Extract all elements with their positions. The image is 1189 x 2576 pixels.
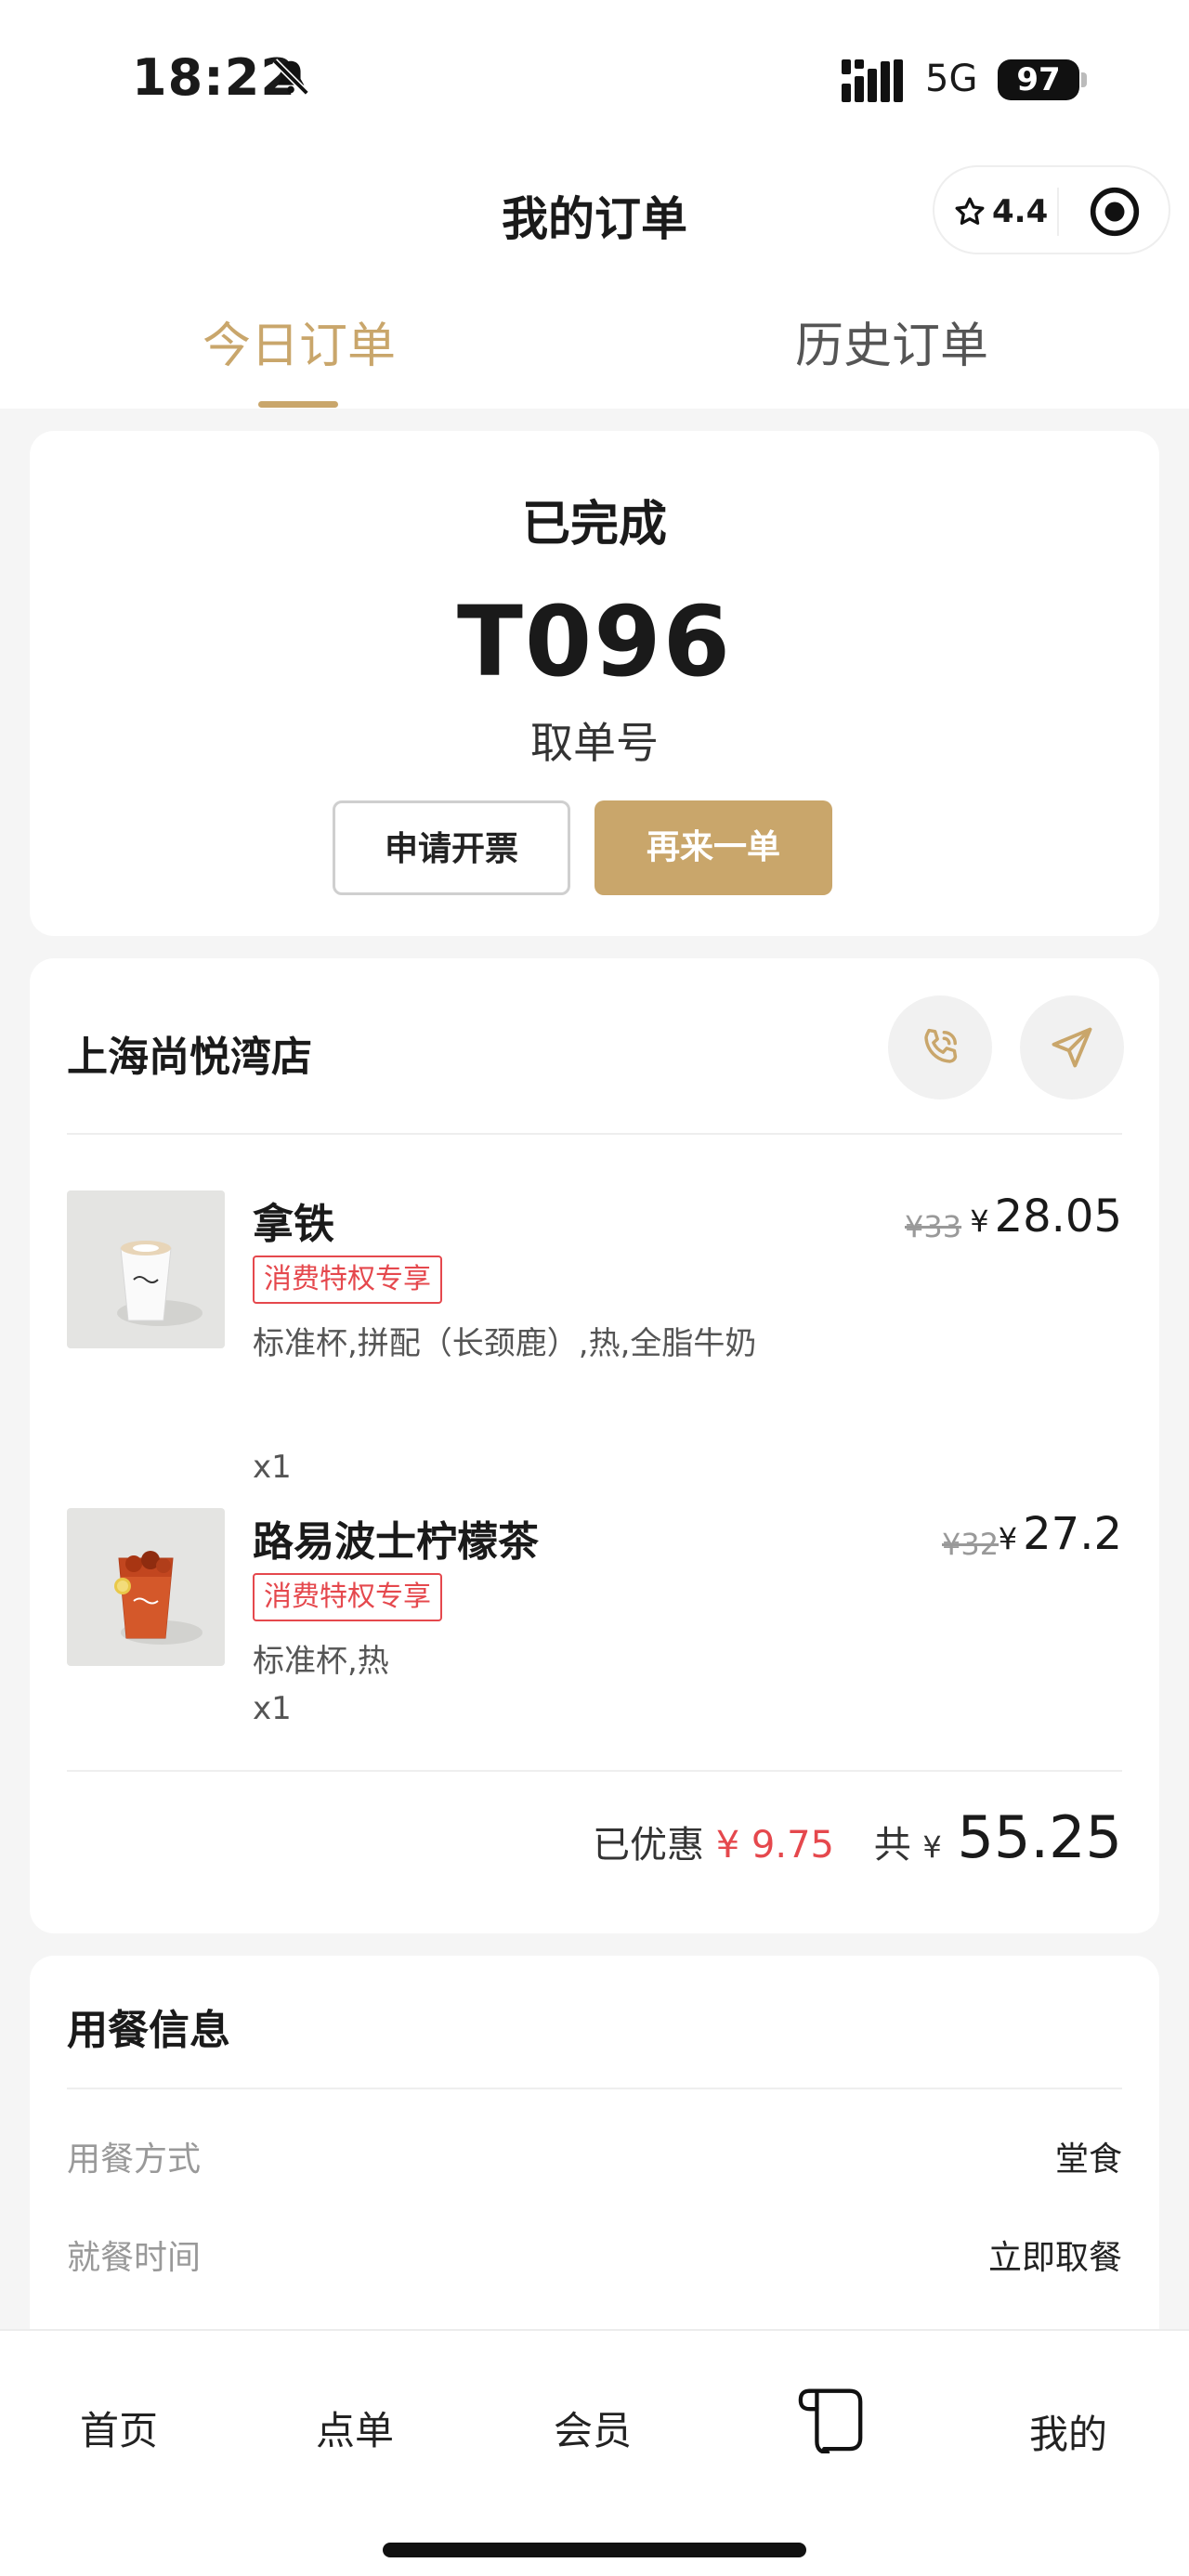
info-label: 用餐方式	[67, 2140, 202, 2179]
currency-symbol: ¥	[998, 1521, 1018, 1556]
original-price: ¥32	[942, 1527, 1000, 1562]
dining-divider	[67, 2088, 1122, 2089]
tab-history-orders[interactable]: 历史订单	[795, 306, 988, 376]
pickup-number-label: 取单号	[530, 718, 659, 768]
capsule-divider	[1057, 188, 1059, 236]
order-summary: 已优惠 ¥ 9.75 共 ¥ 55.25	[593, 1803, 1122, 1871]
home-indicator	[383, 2543, 806, 2557]
bell-muted-icon	[272, 59, 309, 96]
order-item: 路易波士柠檬茶 消费特权专享 标准杯,热 x1 ¥32 ¥27.2	[67, 1508, 1122, 1750]
dining-info-title: 用餐信息	[67, 2007, 230, 2054]
apply-invoice-button[interactable]: 申请开票	[333, 800, 570, 895]
item-price-value: 27.2	[1023, 1508, 1122, 1560]
discount-label: 已优惠	[593, 1824, 705, 1867]
item-quantity: x1	[253, 1449, 292, 1486]
item-name: 路易波士柠檬茶	[253, 1518, 539, 1566]
phone-icon	[924, 1028, 958, 1063]
navigation-arrow-icon	[1052, 1027, 1092, 1068]
signal-icon	[842, 59, 903, 102]
discount-amount: ¥ 9.75	[715, 1824, 834, 1867]
latte-cup-image	[117, 1241, 203, 1326]
item-image-latte	[67, 1190, 225, 1348]
item-spec: 标准杯,拼配（长颈鹿）,热,全脂牛奶	[253, 1325, 757, 1362]
battery-level: 97	[998, 59, 1079, 100]
close-target-icon[interactable]	[1089, 186, 1141, 238]
currency-symbol: ¥	[922, 1829, 942, 1865]
rating-value: 4.4	[992, 193, 1049, 230]
battery-cap	[1081, 72, 1087, 87]
star-icon[interactable]	[953, 195, 986, 228]
item-price-value: 28.05	[994, 1190, 1122, 1242]
item-price: ¥27.2	[999, 1508, 1122, 1560]
brand-scroll-icon[interactable]	[795, 2379, 868, 2453]
privilege-tag: 消费特权专享	[253, 1573, 442, 1621]
call-store-button[interactable]	[888, 995, 992, 1099]
tabbar-member[interactable]: 会员	[554, 2400, 632, 2456]
info-label: 就餐时间	[67, 2239, 202, 2277]
tab-today-orders[interactable]: 今日订单	[203, 306, 396, 376]
item-name: 拿铁	[253, 1201, 334, 1248]
status-bar: 18:22 5G 97	[0, 0, 1189, 158]
order-detail-card: 上海尚悦湾店 拿铁 消费特权专享 标准杯,拼配（长颈鹿）,热,全脂牛奶 x1 ¥…	[30, 958, 1159, 1933]
reorder-button[interactable]: 再来一单	[594, 800, 832, 895]
navigate-store-button[interactable]	[1020, 995, 1124, 1099]
active-tab-indicator	[258, 401, 338, 408]
order-status: 已完成	[521, 497, 667, 553]
bottom-tabbar: 首页 点单 会员 我的	[0, 2329, 1189, 2576]
summary-divider	[67, 1770, 1122, 1772]
lemon-tea-cup-image	[114, 1551, 203, 1645]
tabbar-mine[interactable]: 我的	[1029, 2403, 1107, 2460]
store-name: 上海尚悦湾店	[67, 1034, 312, 1081]
network-type: 5G	[925, 58, 978, 100]
pickup-number: T096	[456, 585, 733, 698]
total-label: 共	[873, 1824, 911, 1867]
privilege-tag: 消费特权专享	[253, 1255, 442, 1304]
tabbar-home[interactable]: 首页	[80, 2400, 158, 2456]
store-divider	[67, 1133, 1122, 1135]
item-quantity: x1	[253, 1690, 292, 1727]
info-value: 堂食	[1054, 2140, 1122, 2179]
order-status-card: 已完成 T096 取单号 申请开票 再来一单	[30, 431, 1159, 936]
item-price: ¥28.05	[970, 1190, 1122, 1242]
item-image-lemon-tea	[67, 1508, 225, 1666]
total-amount: 55.25	[957, 1803, 1123, 1871]
miniapp-capsule: 4.4	[933, 165, 1170, 254]
item-spec: 标准杯,热	[253, 1643, 389, 1680]
currency-symbol: ¥	[970, 1203, 989, 1239]
order-item: 拿铁 消费特权专享 标准杯,拼配（长颈鹿）,热,全脂牛奶 x1 ¥33 ¥28.…	[67, 1190, 1122, 1486]
tabbar-order[interactable]: 点单	[316, 2400, 394, 2456]
info-value: 立即取餐	[987, 2239, 1122, 2277]
original-price: ¥33	[905, 1209, 962, 1244]
